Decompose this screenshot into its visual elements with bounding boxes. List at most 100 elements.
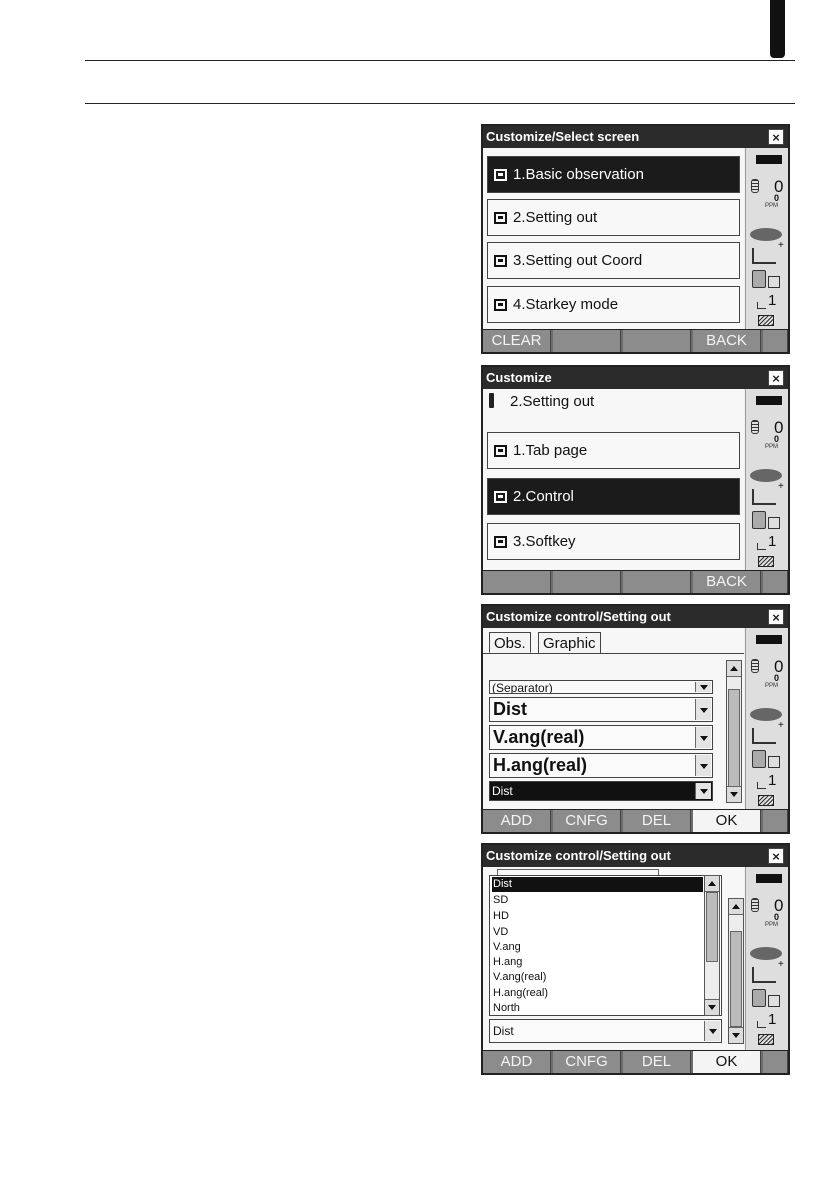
prism-icon[interactable] <box>751 179 759 193</box>
add-softkey[interactable]: ADD <box>483 1051 551 1073</box>
dropdown-arrow-icon[interactable] <box>695 727 711 748</box>
field-dropdown-dist[interactable]: Dist <box>489 697 713 722</box>
blank-softkey[interactable] <box>553 571 621 593</box>
input-mode-number[interactable]: 1 <box>768 1011 776 1028</box>
blank-softkey[interactable] <box>483 571 551 593</box>
memory-icon[interactable] <box>758 1034 774 1045</box>
list-option-sd[interactable]: SD <box>492 893 703 908</box>
vertical-scrollbar[interactable] <box>728 898 744 1044</box>
menu-item-basic-observation[interactable]: 1.Basic observation <box>487 156 740 193</box>
dropdown-arrow-icon[interactable] <box>695 682 711 692</box>
communication-icon[interactable] <box>752 511 766 529</box>
list-option-hang[interactable]: H.ang <box>492 955 703 970</box>
list-option-hd[interactable]: HD <box>492 909 703 924</box>
list-scrollbar[interactable] <box>704 875 720 1016</box>
scroll-up-icon[interactable] <box>729 899 743 915</box>
communication-icon[interactable] <box>752 989 766 1007</box>
scroll-thumb[interactable] <box>730 931 742 1027</box>
dropdown-arrow-icon[interactable] <box>695 755 711 776</box>
menu-item-starkey-mode[interactable]: 4.Starkey mode <box>487 286 740 323</box>
scroll-thumb[interactable] <box>706 892 718 962</box>
softkey-bar: ADD CNFG DEL OK <box>483 809 788 832</box>
tilt-icon[interactable] <box>752 720 784 744</box>
dropdown-arrow-icon[interactable] <box>695 783 711 799</box>
close-button[interactable]: × <box>768 609 784 625</box>
input-mode-number[interactable]: 1 <box>768 772 776 789</box>
scroll-thumb[interactable] <box>728 689 740 787</box>
scroll-up-icon[interactable] <box>705 876 719 892</box>
status-sidebar: 0 0 PPM 1 <box>745 867 788 1052</box>
blank-softkey[interactable] <box>763 330 788 352</box>
menu-item-control[interactable]: 2.Control <box>487 478 740 515</box>
prism-icon[interactable] <box>751 420 759 434</box>
blank-softkey[interactable] <box>553 330 621 352</box>
tab-graphic[interactable]: Graphic <box>538 632 601 653</box>
delete-softkey[interactable]: DEL <box>623 810 691 832</box>
list-option-hang-real[interactable]: H.ang(real) <box>492 986 703 1001</box>
battery-icon[interactable] <box>756 155 782 164</box>
blank-softkey[interactable] <box>763 810 788 832</box>
list-option-vang-real[interactable]: V.ang(real) <box>492 970 703 985</box>
tilt-icon[interactable] <box>752 240 784 264</box>
blank-softkey[interactable] <box>763 1051 788 1073</box>
blank-softkey[interactable] <box>623 571 691 593</box>
input-mode-number[interactable]: 1 <box>768 292 776 309</box>
close-button[interactable]: × <box>768 370 784 386</box>
input-mode-bracket-icon <box>757 782 766 789</box>
screen-customize-control-list: Customize control/Setting out × Dist SD … <box>481 843 790 1075</box>
menu-item-softkey[interactable]: 3.Softkey <box>487 523 740 560</box>
input-mode-number[interactable]: 1 <box>768 533 776 550</box>
memory-icon[interactable] <box>758 795 774 806</box>
back-softkey[interactable]: BACK <box>693 330 761 352</box>
menu-item-label: 2.Control <box>513 488 574 505</box>
blank-softkey[interactable] <box>623 330 691 352</box>
ppm-label: PPM <box>765 683 779 689</box>
close-button[interactable]: × <box>768 848 784 864</box>
list-option-dist[interactable]: Dist <box>492 877 703 892</box>
back-softkey[interactable]: BACK <box>693 571 761 593</box>
option-list[interactable]: Dist SD HD VD V.ang H.ang V.ang(real) H.… <box>489 875 722 1016</box>
scroll-up-icon[interactable] <box>727 661 741 677</box>
screen-icon <box>494 536 507 548</box>
battery-icon[interactable] <box>756 396 782 405</box>
ppm-label: PPM <box>765 203 779 209</box>
communication-icon[interactable] <box>752 270 766 288</box>
vertical-scrollbar[interactable] <box>726 660 742 803</box>
dropdown-arrow-icon[interactable] <box>695 699 711 720</box>
delete-softkey[interactable]: DEL <box>623 1051 691 1073</box>
field-dropdown-separator[interactable]: (Separator) <box>489 680 713 694</box>
field-dropdown-hang[interactable]: H.ang(real) <box>489 753 713 778</box>
list-option-north[interactable]: North <box>492 1001 703 1016</box>
list-option-vd[interactable]: VD <box>492 925 703 940</box>
tab-obs[interactable]: Obs. <box>489 632 531 653</box>
scroll-down-icon[interactable] <box>727 786 741 802</box>
clear-softkey[interactable]: CLEAR <box>483 330 551 352</box>
config-softkey[interactable]: CNFG <box>553 810 621 832</box>
ok-softkey[interactable]: OK <box>693 810 761 832</box>
ok-softkey[interactable]: OK <box>693 1051 761 1073</box>
battery-icon[interactable] <box>756 874 782 883</box>
field-dropdown-vang[interactable]: V.ang(real) <box>489 725 713 750</box>
communication-icon[interactable] <box>752 750 766 768</box>
dropdown-arrow-icon[interactable] <box>704 1021 720 1041</box>
close-button[interactable]: × <box>768 129 784 145</box>
menu-item-setting-out-coord[interactable]: 3.Setting out Coord <box>487 242 740 279</box>
memory-icon[interactable] <box>758 315 774 326</box>
prism-icon[interactable] <box>751 659 759 673</box>
prism-icon[interactable] <box>751 898 759 912</box>
menu-item-setting-out[interactable]: 2.Setting out <box>487 199 740 236</box>
scroll-down-icon[interactable] <box>729 1027 743 1043</box>
field-dropdown-dist[interactable]: Dist <box>489 1019 722 1043</box>
screen-icon <box>494 491 507 503</box>
memory-icon[interactable] <box>758 556 774 567</box>
tilt-icon[interactable] <box>752 481 784 505</box>
list-option-vang[interactable]: V.ang <box>492 940 703 955</box>
config-softkey[interactable]: CNFG <box>553 1051 621 1073</box>
blank-softkey[interactable] <box>763 571 788 593</box>
add-softkey[interactable]: ADD <box>483 810 551 832</box>
menu-item-tab-page[interactable]: 1.Tab page <box>487 432 740 469</box>
field-dropdown-selected[interactable]: Dist <box>489 781 713 801</box>
tilt-icon[interactable] <box>752 959 784 983</box>
scroll-down-icon[interactable] <box>705 999 719 1015</box>
battery-icon[interactable] <box>756 635 782 644</box>
